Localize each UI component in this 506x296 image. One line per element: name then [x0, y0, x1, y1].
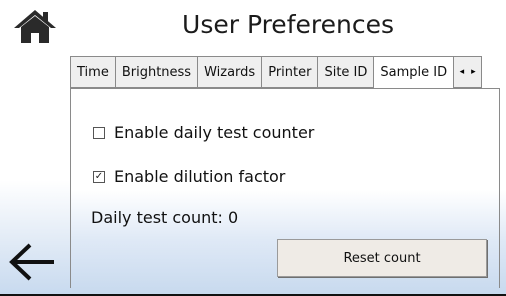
- tab-panel: Enable daily test counter ✓ Enable dilut…: [70, 88, 500, 288]
- dilution-factor-checkbox[interactable]: ✓ Enable dilution factor: [93, 167, 285, 186]
- tab-sample-id[interactable]: Sample ID: [374, 56, 455, 89]
- home-button[interactable]: [12, 6, 58, 46]
- back-button[interactable]: [6, 240, 60, 284]
- tab-printer[interactable]: Printer: [262, 56, 319, 88]
- tab-scroller: ◂ ▸: [454, 56, 483, 88]
- tab-strip: Time Brightness Wizards Printer Site ID …: [70, 56, 483, 89]
- daily-counter-checkbox[interactable]: Enable daily test counter: [93, 123, 314, 142]
- scroll-left-icon[interactable]: ◂: [460, 67, 465, 77]
- checkbox-checked-icon: ✓: [93, 170, 105, 183]
- side-rail: [0, 0, 70, 294]
- preferences-screen: User Preferences Time Brightness Wizards…: [0, 0, 506, 296]
- tab-brightness[interactable]: Brightness: [115, 56, 199, 88]
- tab-time[interactable]: Time: [70, 56, 116, 88]
- tab-site-id[interactable]: Site ID: [318, 56, 375, 88]
- dilution-factor-label: Enable dilution factor: [114, 167, 286, 186]
- scroll-right-icon[interactable]: ▸: [471, 67, 476, 77]
- arrow-left-icon: [9, 243, 54, 281]
- reset-count-button[interactable]: Reset count: [277, 239, 487, 277]
- page-title: User Preferences: [182, 10, 394, 39]
- daily-test-count: Daily test count: 0: [91, 208, 239, 227]
- home-icon: [14, 10, 56, 43]
- daily-counter-label: Enable daily test counter: [114, 123, 315, 142]
- tab-wizards[interactable]: Wizards: [198, 56, 263, 88]
- checkbox-unchecked-icon: [93, 126, 105, 139]
